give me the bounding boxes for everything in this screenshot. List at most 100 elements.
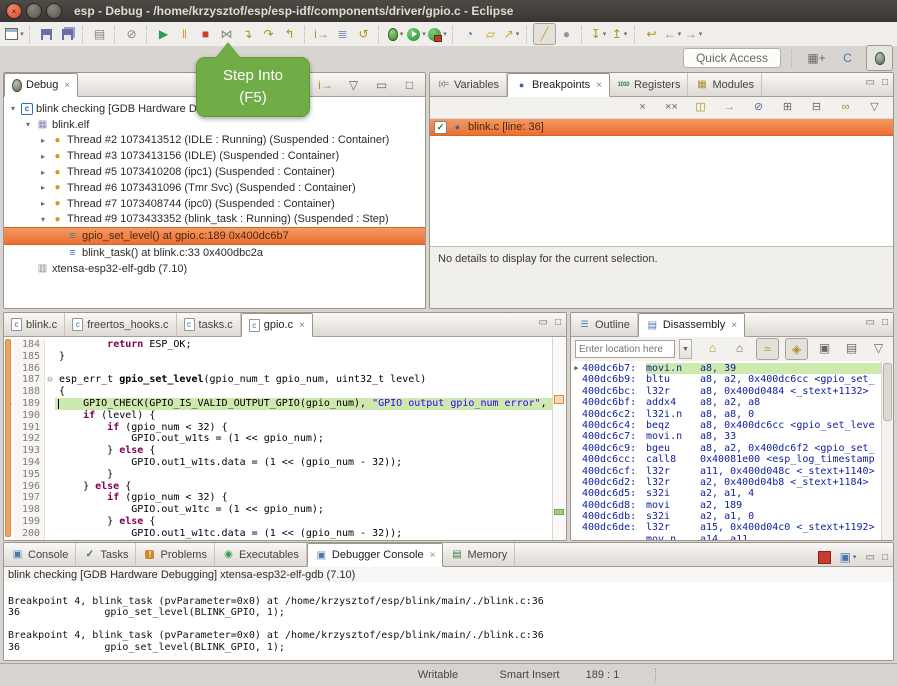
code-line[interactable]: 188 { [4,386,553,398]
maximize-button[interactable]: □ [555,317,561,328]
new-button[interactable] [4,24,25,44]
sync-selection-button[interactable]: ◈ [785,338,808,360]
thread-item[interactable]: ▸ Thread #5 1073410208 (ipc1) (Suspended… [4,164,425,180]
open-task-button[interactable]: ◔ [459,24,480,44]
last-edit-location-button[interactable]: ↩ [641,24,662,44]
code-line[interactable]: 195 } [4,469,553,481]
tab-executables[interactable]: Executables [215,543,307,566]
quick-access-button[interactable]: Quick Access [683,48,781,68]
disassembly-row[interactable]: 400dc6c9: bgeua8, a2, 0x400dc6f2 <gpio_s… [571,443,882,454]
code-line[interactable]: 186 [4,363,553,375]
code-line[interactable]: 184 return ESP_OK; [4,339,553,351]
link-with-debug-button[interactable]: ∞ [835,98,856,118]
show-breakpoints-for-button[interactable]: ◫ [690,98,711,118]
expand-arrow-icon[interactable]: ▸ [38,136,48,145]
disassembly-row[interactable]: 400dc6db: s32ia2, a1, 0 [571,511,882,522]
thread-item[interactable]: ▾ Thread #9 1073433352 (blink_task : Run… [4,212,425,228]
jump-to-button[interactable]: ↗ [501,24,522,44]
tab-tasks-c[interactable]: tasks.c [177,313,241,336]
location-input[interactable] [575,340,675,358]
run-button[interactable] [406,24,427,44]
expand-arrow-icon[interactable]: ▾ [23,120,33,129]
gdb-item[interactable]: xtensa-esp32-elf-gdb (7.10) [4,261,425,277]
close-icon[interactable] [731,320,737,331]
disassembly-row[interactable]: 400dc6c4: beqza8, 0x400dc6cc <gpio_set_l… [571,420,882,431]
open-new-view-button[interactable]: ▤ [841,338,862,358]
expand-all-button[interactable]: ⊞ [777,98,798,118]
disassembly-row[interactable]: 400dc6bf: addx4a8, a2, a8 [571,397,882,408]
code-line[interactable]: 187 esp_err_t gpio_set_level(gpio_num_t … [4,374,553,386]
tab-problems[interactable]: Problems [136,543,214,566]
back-button[interactable]: ← [662,24,683,44]
code-line[interactable]: 197 if (gpio_num < 32) { [4,492,553,504]
view-menu-button[interactable]: ▽ [343,75,364,95]
maximize-button[interactable]: □ [399,75,420,95]
print-button[interactable]: ▤ [89,24,110,44]
disassembly-row[interactable]: 400dc6c7: movi.na8, 33 [571,431,882,442]
minimize-button[interactable]: ▭ [371,75,392,95]
expand-arrow-icon[interactable]: ▾ [38,215,48,224]
disassembly-row[interactable]: mov.na14, a11 [571,534,882,540]
thread-item[interactable]: ▸ Thread #3 1073413156 (IDLE) (Suspended… [4,148,425,164]
expand-arrow-icon[interactable]: ▸ [38,152,48,161]
disassembly-row[interactable]: 400dc6c2: l32i.na8, a8, 0 [571,409,882,420]
code-line[interactable]: 196 } else { [4,481,553,493]
thread-item[interactable]: ▸ Thread #7 1073408744 (ipc0) (Suspended… [4,196,425,212]
maximize-button[interactable]: □ [882,77,888,88]
expand-arrow-icon[interactable]: ▸ [38,183,48,192]
use-step-filters-button[interactable]: ≣ [332,24,353,44]
step-over-button[interactable]: ↷ [258,24,279,44]
disassembly-listing[interactable]: 400dc6b7: movi.na8, 39 400dc6b9: bltua8,… [571,361,882,540]
maximize-button[interactable]: □ [882,317,888,328]
breakpoint-checkbox[interactable] [434,121,447,134]
tab-breakpoints[interactable]: Breakpoints [507,73,610,97]
minimize-button[interactable]: ▭ [866,317,875,328]
next-annotation-button[interactable]: ↧ [588,24,609,44]
disassembly-row[interactable]: 400dc6b7: movi.na8, 39 [571,363,882,374]
disassembly-row[interactable]: 400dc6cc: call80x40081e00 <esp_log_times… [571,454,882,465]
display-selected-console-button[interactable]: ▣ [838,547,859,567]
view-menu-button[interactable]: ▽ [868,338,889,358]
view-menu-button[interactable]: ▽ [864,98,885,118]
window-minimize-button[interactable] [26,3,42,19]
code-line[interactable]: 193 } else { [4,445,553,457]
code-editor[interactable]: 184 return ESP_OK; 185 } 186 187 esp_err… [4,337,553,540]
code-line[interactable]: 190 if (level) { [4,410,553,422]
remove-breakpoint-button[interactable]: × [632,98,653,118]
tab-tasks[interactable]: Tasks [76,543,136,566]
collapse-all-button[interactable]: ⊟ [806,98,827,118]
step-return-button[interactable]: ↰ [279,24,300,44]
tab-modules[interactable]: Modules [688,73,762,96]
save-all-button[interactable] [57,24,78,44]
minimize-button[interactable]: ▭ [866,77,875,88]
tab-debugger-console[interactable]: Debugger Console [307,543,444,567]
program-item[interactable]: ▾ blink.elf [4,117,425,133]
tab-disassembly[interactable]: Disassembly [638,313,745,337]
previous-annotation-button[interactable]: ↥ [609,24,630,44]
tab-gpio-c[interactable]: gpio.c [241,313,313,337]
skip-all-button[interactable]: ⊘ [748,98,769,118]
show-source-button[interactable]: ≈ [756,338,779,360]
location-dropdown-button[interactable]: ▼ [679,339,692,359]
editor-overview-ruler[interactable] [552,337,566,540]
code-line[interactable]: 194 GPIO.out1_w1ts.data = (1 << (gpio_nu… [4,457,553,469]
annotations-button[interactable]: ● [556,24,577,44]
code-line[interactable]: 185 } [4,351,553,363]
disassembly-row[interactable]: 400dc6de: l32ra15, 0x400d04c0 <_stext+11… [571,522,882,533]
code-line[interactable]: 200 GPIO.out1_w1tc.data = (1 << (gpio_nu… [4,528,553,540]
terminate-icon[interactable] [818,551,831,564]
disassembly-row[interactable]: 400dc6d5: s32ia2, a1, 4 [571,488,882,499]
tab-console[interactable]: Console [4,543,76,566]
fold-icon[interactable] [47,374,52,385]
instruction-stepping-button[interactable]: i→ [311,24,332,44]
disassembly-row[interactable]: 400dc6d8: movia2, 189 [571,500,882,511]
tab-registers[interactable]: Registers [610,73,688,96]
debug-button[interactable] [385,24,406,44]
goto-address-button[interactable]: ⌂ [729,338,750,358]
expand-arrow-icon[interactable]: ▾ [8,104,18,113]
overview-marker[interactable] [554,395,564,404]
breakpoint-item[interactable]: blink.c [line: 36] [430,119,893,136]
open-perspective-button[interactable]: ▦+ [804,46,829,70]
step-into-button[interactable]: ↴ [237,24,258,44]
suspend-button[interactable]: ‖ [174,24,195,44]
